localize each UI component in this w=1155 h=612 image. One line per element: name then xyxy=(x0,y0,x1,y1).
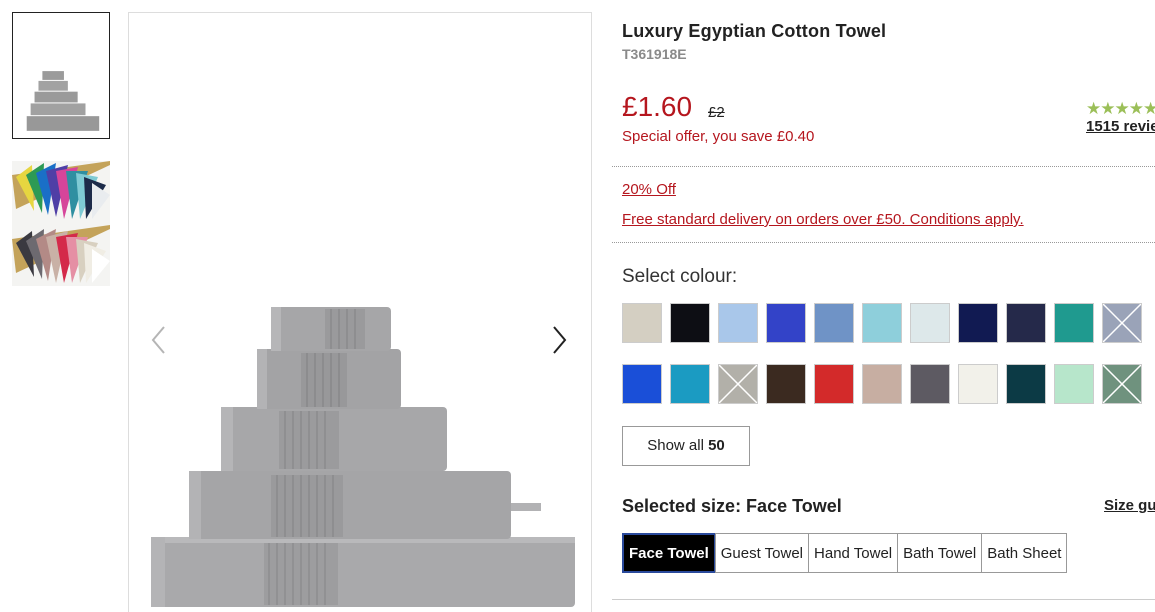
show-all-colours-button[interactable]: Show all 50 xyxy=(622,426,750,466)
show-all-count: 50 xyxy=(708,437,725,454)
towel-stack-thumbnail-icon xyxy=(13,13,109,138)
divider xyxy=(612,166,1155,167)
midnight-swatch[interactable] xyxy=(1006,303,1046,343)
product-info-panel: Luxury Egyptian Cotton Towel T361918E £1… xyxy=(612,0,1155,612)
chocolate-swatch[interactable] xyxy=(766,364,806,404)
charcoal-swatch[interactable] xyxy=(910,364,950,404)
selected-size-label: Selected size: Face Towel xyxy=(622,496,842,516)
teal-swatch[interactable] xyxy=(1054,303,1094,343)
natural-swatch[interactable] xyxy=(622,303,662,343)
size-option-bath-towel[interactable]: Bath Towel xyxy=(897,533,983,573)
size-options: Face Towel Guest Towel Hand Towel Bath Towe… xyxy=(622,533,1068,573)
thumbnail-colour-range[interactable] xyxy=(12,161,110,286)
white-swatch[interactable] xyxy=(910,303,950,343)
royal-blue-swatch[interactable] xyxy=(766,303,806,343)
navy-swatch[interactable] xyxy=(958,303,998,343)
thumbnail-towel-stack[interactable] xyxy=(12,12,110,139)
light-blue-swatch[interactable] xyxy=(718,303,758,343)
original-price: £2 xyxy=(708,104,725,121)
product-title: Luxury Egyptian Cotton Towel xyxy=(622,21,887,41)
special-offer-text: Special offer, you save £0.40 xyxy=(622,128,815,145)
select-colour-label: Select colour: xyxy=(622,266,738,287)
rating-stars: ★★★★★ xyxy=(1086,99,1155,118)
aqua-swatch[interactable] xyxy=(862,303,902,343)
black-swatch[interactable] xyxy=(670,303,710,343)
mink-swatch[interactable] xyxy=(862,364,902,404)
colour-range-thumbnail-icon xyxy=(12,161,110,286)
divider xyxy=(612,242,1155,243)
turquoise-swatch[interactable] xyxy=(670,364,710,404)
size-guide-link[interactable]: Size guide xyxy=(1104,497,1155,514)
reviews-link[interactable]: 1515 reviews xyxy=(1086,118,1155,135)
product-sku: T361918E xyxy=(622,46,687,62)
cream-swatch[interactable] xyxy=(958,364,998,404)
silver-swatch[interactable] xyxy=(718,364,758,404)
current-price: £1.60 xyxy=(622,91,693,122)
mint-swatch[interactable] xyxy=(1054,364,1094,404)
divider xyxy=(612,599,1155,600)
chevron-right-icon xyxy=(553,326,567,354)
sage-swatch[interactable] xyxy=(1102,364,1142,404)
denim-swatch[interactable] xyxy=(814,303,854,343)
dark-teal-swatch[interactable] xyxy=(1006,364,1046,404)
unavailable-cross-icon xyxy=(1103,365,1141,403)
cobalt-swatch[interactable] xyxy=(622,364,662,404)
size-option-bath-sheet[interactable]: Bath Sheet xyxy=(981,533,1068,573)
red-swatch[interactable] xyxy=(814,364,854,404)
size-option-face-towel[interactable]: Face Towel xyxy=(622,533,716,573)
size-option-guest-towel[interactable]: Guest Towel xyxy=(714,533,810,573)
discount-link[interactable]: 20% Off xyxy=(622,181,676,198)
unavailable-cross-icon xyxy=(719,365,757,403)
gallery-prev-button[interactable] xyxy=(147,323,171,357)
unavailable-cross-icon xyxy=(1103,304,1141,342)
steel-swatch[interactable] xyxy=(1102,303,1142,343)
gallery-next-button[interactable] xyxy=(547,323,571,357)
size-option-hand-towel[interactable]: Hand Towel xyxy=(808,533,899,573)
chevron-left-icon xyxy=(151,326,165,354)
free-delivery-link[interactable]: Free standard delivery on orders over £5… xyxy=(622,211,1024,228)
main-product-image xyxy=(128,12,592,612)
towel-stack-image xyxy=(151,307,575,607)
show-all-label: Show all xyxy=(647,437,704,454)
